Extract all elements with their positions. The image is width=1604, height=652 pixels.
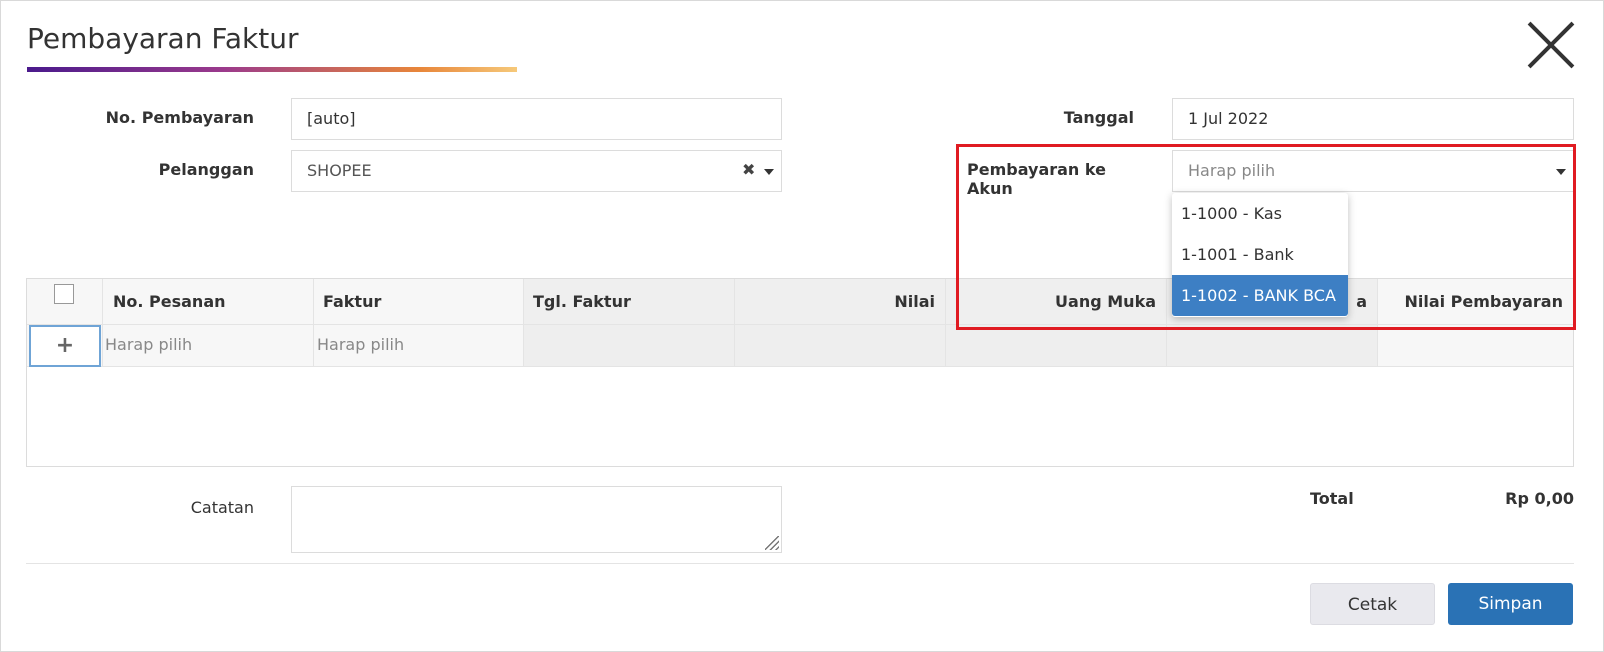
no-pesanan-cell[interactable]: Harap pilih — [105, 324, 311, 366]
akun-option-bank[interactable]: 1-1001 - Bank — [1172, 234, 1348, 275]
pelanggan-select[interactable]: SHOPEE — [291, 150, 782, 192]
col-tgl-faktur: Tgl. Faktur — [533, 292, 631, 311]
pelanggan-value: SHOPEE — [307, 161, 372, 180]
faktur-cell[interactable]: Harap pilih — [317, 324, 521, 366]
footer-divider — [26, 563, 1574, 564]
tanggal-input[interactable]: 1 Jul 2022 — [1172, 98, 1574, 140]
no-pembayaran-input[interactable]: [auto] — [291, 98, 782, 140]
akun-option-kas[interactable]: 1-1000 - Kas — [1172, 193, 1348, 234]
tanggal-label: Tanggal — [1063, 108, 1134, 127]
col-nilai: Nilai — [894, 292, 935, 311]
dialog-title: Pembayaran Faktur — [27, 22, 299, 55]
clear-icon[interactable]: ✖ — [742, 160, 755, 179]
akun-option-bank-bca[interactable]: 1-1002 - BANK BCA — [1172, 275, 1348, 316]
chevron-down-icon[interactable] — [764, 169, 774, 175]
resize-handle-icon[interactable] — [765, 536, 779, 550]
cetak-button[interactable]: Cetak — [1310, 583, 1435, 625]
total-value: Rp 0,00 — [1505, 489, 1574, 508]
catatan-textarea[interactable] — [291, 486, 782, 553]
select-all-checkbox[interactable] — [54, 284, 74, 304]
title-underline — [27, 67, 517, 72]
akun-dropdown: 1-1000 - Kas 1-1001 - Bank 1-1002 - BANK… — [1172, 193, 1348, 317]
simpan-button[interactable]: Simpan — [1448, 583, 1573, 625]
close-icon[interactable] — [1525, 20, 1575, 70]
col-faktur: Faktur — [323, 292, 382, 311]
total-label: Total — [1310, 489, 1354, 508]
col-no-pesanan: No. Pesanan — [113, 292, 226, 311]
pelanggan-label: Pelanggan — [158, 160, 254, 179]
catatan-label: Catatan — [190, 498, 254, 517]
no-pembayaran-label: No. Pembayaran — [105, 108, 254, 127]
add-row-button[interactable]: + — [29, 325, 101, 367]
